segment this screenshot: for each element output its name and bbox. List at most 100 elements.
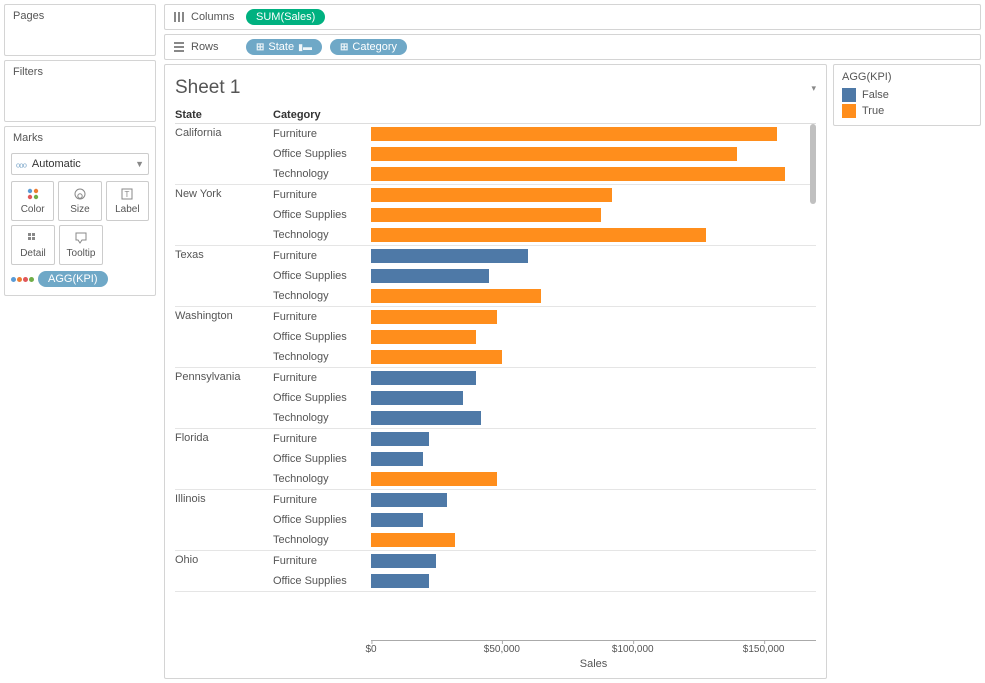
bar[interactable] [371,554,436,568]
category-label[interactable]: Office Supplies [273,392,371,404]
bar[interactable] [371,432,429,446]
category-label[interactable]: Technology [273,473,371,485]
label-button[interactable]: T Label [106,181,149,221]
marks-card: Marks ₒ₀ₒ Automatic ▼ Color Size [4,126,156,296]
size-label: Size [70,204,89,215]
size-icon [73,187,87,201]
chart-area[interactable]: CaliforniaFurnitureOffice SuppliesTechno… [175,123,816,640]
state-label[interactable]: Texas [175,246,273,306]
chevron-down-icon[interactable]: ▾ [811,83,816,94]
marks-type-select[interactable]: ₒ₀ₒ Automatic ▼ [11,153,149,175]
legend-item-false[interactable]: False [842,87,972,103]
detail-icon [26,231,40,245]
bar[interactable] [371,493,447,507]
bar[interactable] [371,289,541,303]
state-label[interactable]: New York [175,185,273,245]
color-button[interactable]: Color [11,181,54,221]
category-row: Office Supplies [273,388,816,408]
category-label[interactable]: Furniture [273,433,371,445]
category-row: Office Supplies [273,205,816,225]
bar[interactable] [371,228,706,242]
category-label[interactable]: Office Supplies [273,453,371,465]
expand-icon: ⊞ [256,42,264,53]
category-label[interactable]: Office Supplies [273,575,371,587]
pill-label: SUM(Sales) [256,11,315,23]
legend-item-true[interactable]: True [842,103,972,119]
columns-shelf[interactable]: Columns SUM(Sales) [164,4,981,30]
category-label[interactable]: Furniture [273,128,371,140]
rows-shelf[interactable]: Rows ⊞ State ▮▬ ⊞ Category [164,34,981,60]
category-label[interactable]: Office Supplies [273,148,371,160]
bar[interactable] [371,269,489,283]
bar[interactable] [371,472,497,486]
chevron-down-icon: ▼ [135,159,144,169]
filters-shelf[interactable]: Filters [4,60,156,122]
rows-pill-state[interactable]: ⊞ State ▮▬ [246,39,322,55]
legend-panel[interactable]: AGG(KPI) False True [833,64,981,126]
detail-button[interactable]: Detail [11,225,55,265]
sheet-title[interactable]: Sheet 1 ▾ [175,73,816,105]
bar[interactable] [371,452,423,466]
bar[interactable] [371,310,497,324]
state-label[interactable]: Ohio [175,551,273,591]
category-row: Technology [273,530,816,550]
bar-chart-icon: ₒ₀ₒ [16,158,26,170]
bar[interactable] [371,533,455,547]
bar[interactable] [371,330,476,344]
bar[interactable] [371,574,429,588]
category-label[interactable]: Furniture [273,555,371,567]
bar[interactable] [371,249,528,263]
category-label[interactable]: Office Supplies [273,514,371,526]
category-label[interactable]: Technology [273,168,371,180]
bar[interactable] [371,147,737,161]
category-label[interactable]: Technology [273,534,371,546]
pages-shelf[interactable]: Pages [4,4,156,56]
size-button[interactable]: Size [58,181,101,221]
category-label[interactable]: Office Supplies [273,270,371,282]
expand-icon: ⊞ [340,42,348,53]
category-label[interactable]: Office Supplies [273,331,371,343]
bar[interactable] [371,127,777,141]
category-label[interactable]: Furniture [273,311,371,323]
x-axis-ticks: $0$50,000$100,000$150,000 [371,640,816,656]
header-state: State [175,109,273,121]
state-label[interactable]: California [175,124,273,184]
pill-label: Category [352,41,397,53]
state-label[interactable]: Illinois [175,490,273,550]
category-label[interactable]: Technology [273,290,371,302]
legend-title: AGG(KPI) [842,71,972,83]
filters-title: Filters [5,61,155,83]
state-group: New YorkFurniture Office Supplies Technolo… [175,185,816,246]
bar[interactable] [371,188,612,202]
category-label[interactable]: Furniture [273,189,371,201]
tooltip-button[interactable]: Tooltip [59,225,103,265]
bar[interactable] [371,371,476,385]
columns-pill-sum-sales[interactable]: SUM(Sales) [246,9,325,25]
category-row: Furniture [273,185,816,205]
bar[interactable] [371,391,463,405]
bar[interactable] [371,167,785,181]
state-label[interactable]: Pennsylvania [175,368,273,428]
category-label[interactable]: Furniture [273,372,371,384]
x-tick: $0 [365,641,376,655]
category-label[interactable]: Technology [273,351,371,363]
state-label[interactable]: Washington [175,307,273,367]
bar[interactable] [371,411,481,425]
bar[interactable] [371,208,601,222]
bar[interactable] [371,350,502,364]
label-icon: T [120,187,134,201]
marks-title: Marks [5,127,155,149]
state-label[interactable]: Florida [175,429,273,489]
rows-pill-category[interactable]: ⊞ Category [330,39,407,55]
category-label[interactable]: Office Supplies [273,209,371,221]
category-label[interactable]: Furniture [273,494,371,506]
bar[interactable] [371,513,423,527]
category-row: Office Supplies [273,144,816,164]
category-label[interactable]: Technology [273,412,371,424]
label-label: Label [115,204,139,215]
category-label[interactable]: Furniture [273,250,371,262]
category-row: Furniture [273,307,816,327]
state-group: FloridaFurniture Office Supplies Technolog… [175,429,816,490]
color-encoding-pill[interactable]: AGG(KPI) [38,271,108,287]
category-label[interactable]: Technology [273,229,371,241]
